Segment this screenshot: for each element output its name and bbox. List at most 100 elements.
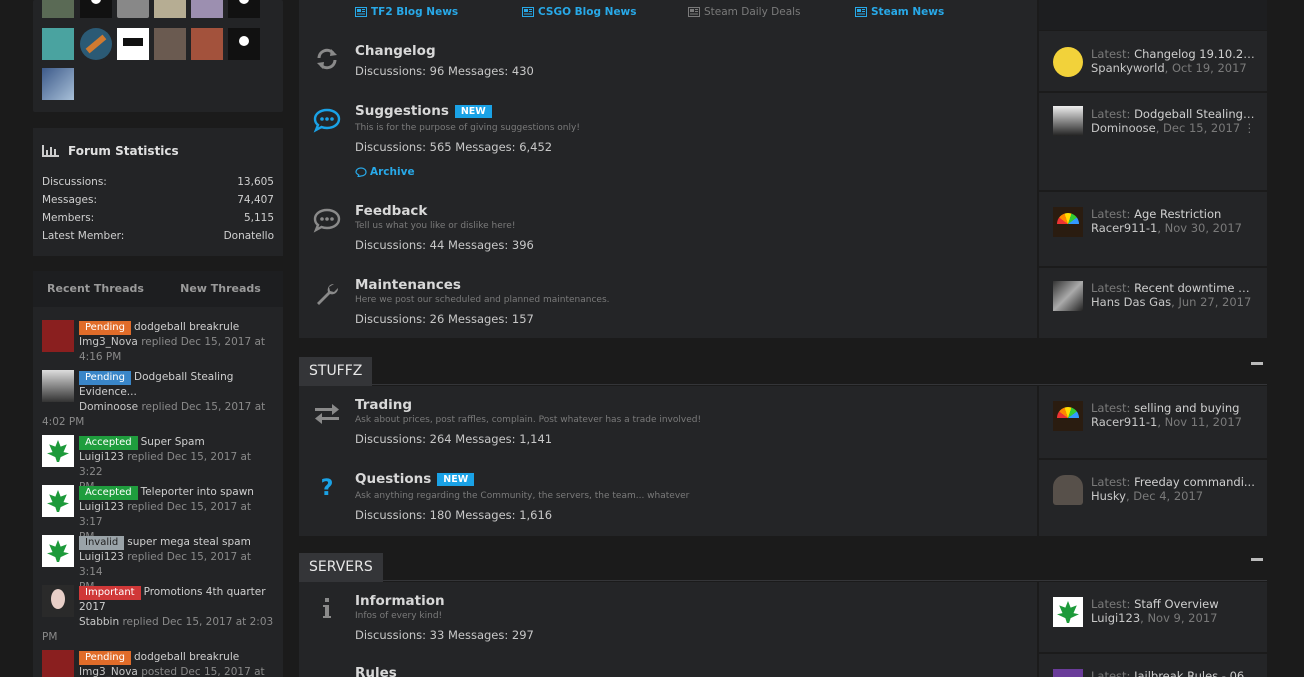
avatar[interactable] <box>1053 106 1083 136</box>
category-header-servers[interactable]: SERVERS <box>299 553 383 582</box>
thread-title[interactable]: dodgeball breakrule <box>134 651 239 663</box>
latest-thread-link[interactable]: Jailbreak Rules - 06... <box>1134 669 1255 677</box>
collapse-icon[interactable] <box>1251 558 1263 561</box>
avatar[interactable] <box>228 0 260 18</box>
thread-title[interactable]: Dodgeball Stealing <box>134 371 233 383</box>
avatar[interactable] <box>42 650 74 677</box>
last-post-title-line[interactable]: Latest: Age Restriction <box>1091 207 1256 221</box>
latest-thread-link[interactable]: Freeday commandi... <box>1134 475 1255 489</box>
thread-user[interactable]: Img3_Nova <box>79 666 138 677</box>
avatar[interactable] <box>42 535 74 567</box>
link-steam-news[interactable]: Steam News <box>855 6 944 18</box>
latest-thread-link[interactable]: selling and buying <box>1134 401 1239 415</box>
node-title-questions[interactable]: Questions NEW <box>355 471 475 487</box>
latest-user-link[interactable]: Racer911-1 <box>1091 415 1157 429</box>
link-steam-daily-deals[interactable]: Steam Daily Deals <box>688 6 801 18</box>
collapse-icon[interactable] <box>1251 362 1263 365</box>
last-post-title-line[interactable]: Latest: Freeday commandi... <box>1091 475 1256 489</box>
node-title-trading[interactable]: Trading <box>355 397 412 413</box>
avatar[interactable] <box>42 370 74 402</box>
last-post-title-line[interactable]: Latest: Staff Overview <box>1091 597 1256 611</box>
latest-thread-link[interactable]: Recent downtime of... <box>1134 281 1256 295</box>
thread-meta-time: PM <box>42 631 58 643</box>
avatar[interactable] <box>191 0 223 18</box>
avatar[interactable] <box>1053 47 1083 77</box>
latest-user-link[interactable]: Luigi123 <box>1091 611 1140 625</box>
avatar[interactable] <box>42 320 74 352</box>
sublink-label[interactable]: Archive <box>370 166 415 178</box>
thread-title[interactable]: super mega steal spam <box>127 536 251 548</box>
latest-member-link[interactable]: Donatello <box>224 230 274 242</box>
latest-thread-link[interactable]: Staff Overview <box>1134 597 1219 611</box>
thread-user[interactable]: Dominoose <box>79 401 138 413</box>
link-label[interactable]: CSGO Blog News <box>538 6 637 18</box>
avatar[interactable] <box>1053 597 1083 627</box>
avatar[interactable] <box>154 28 186 60</box>
avatar[interactable] <box>42 68 74 100</box>
avatar[interactable] <box>154 0 186 18</box>
last-post-title-line[interactable]: Latest: Recent downtime of... <box>1091 281 1256 295</box>
latest-thread-link[interactable]: Dodgeball Stealing ... <box>1134 107 1256 121</box>
tab-recent-threads[interactable]: Recent Threads <box>33 271 158 307</box>
last-post-title-line[interactable]: Latest: selling and buying <box>1091 401 1256 415</box>
thread-title[interactable]: Promotions 4th quarter <box>144 586 266 598</box>
node-title-text[interactable]: Suggestions <box>355 103 449 119</box>
thread-title[interactable]: dodgeball breakrule <box>134 321 239 333</box>
tab-new-threads[interactable]: New Threads <box>158 271 283 307</box>
avatar[interactable] <box>228 28 260 60</box>
latest-thread-link[interactable]: Changelog 19.10.20... <box>1134 47 1256 61</box>
avatar[interactable] <box>42 0 74 18</box>
avatar[interactable] <box>42 585 74 617</box>
thread-item[interactable]: Important Promotions 4th quarter 2017 Sta… <box>42 585 274 645</box>
node-title-maintenances[interactable]: Maintenances <box>355 277 461 293</box>
node-title-feedback[interactable]: Feedback <box>355 203 427 219</box>
avatar[interactable] <box>42 485 74 517</box>
avatar[interactable] <box>42 28 74 60</box>
link-label[interactable]: TF2 Blog News <box>371 6 458 18</box>
latest-user-link[interactable]: Dominoose <box>1091 121 1156 135</box>
last-post-title-line[interactable]: Latest: Jailbreak Rules - 06... <box>1091 669 1256 677</box>
latest-user-link[interactable]: Racer911-1 <box>1091 221 1157 235</box>
node-title-information[interactable]: Information <box>355 593 445 609</box>
avatar[interactable] <box>117 28 149 60</box>
avatar[interactable] <box>1053 401 1083 431</box>
last-post-title-line[interactable]: Latest: Dodgeball Stealing ... <box>1091 107 1256 121</box>
node-title-rules[interactable]: Rules <box>355 665 397 677</box>
thread-title[interactable]: Super Spam <box>141 436 205 448</box>
avatar[interactable] <box>80 28 112 60</box>
avatar[interactable] <box>1053 475 1083 505</box>
link-csgo-blog-news[interactable]: CSGO Blog News <box>522 6 637 18</box>
thread-item[interactable]: Pending Dodgeball Stealing Evidence... Do… <box>42 370 274 430</box>
thread-user[interactable]: Luigi123 <box>79 501 124 513</box>
avatar[interactable] <box>191 28 223 60</box>
link-tf2-blog-news[interactable]: TF2 Blog News <box>355 6 458 18</box>
latest-thread-link[interactable]: Age Restriction <box>1134 207 1221 221</box>
avatar[interactable] <box>117 0 149 18</box>
avatar[interactable] <box>1053 669 1083 677</box>
category-header-stuffz[interactable]: STUFFZ <box>299 357 373 386</box>
thread-title-cont[interactable]: 2017 <box>79 601 106 613</box>
latest-user-link[interactable]: Husky <box>1091 489 1126 503</box>
latest-user-link[interactable]: Hans Das Gas <box>1091 295 1171 309</box>
thread-title-cont[interactable]: Evidence... <box>79 386 137 398</box>
thread-user[interactable]: Luigi123 <box>79 551 124 563</box>
node-title-changelog[interactable]: Changelog <box>355 43 436 59</box>
thread-title[interactable]: Teleporter into spawn <box>141 486 254 498</box>
thread-user[interactable]: Stabbin <box>79 616 119 628</box>
link-label[interactable]: Steam News <box>871 6 944 18</box>
avatar[interactable] <box>80 0 112 18</box>
link-label[interactable]: Steam Daily Deals <box>704 6 801 18</box>
thread-item[interactable]: Pending dodgeball breakrule Img3_Nova rep… <box>42 320 274 365</box>
avatar[interactable] <box>42 435 74 467</box>
last-post-title-line[interactable]: Latest: Changelog 19.10.20... <box>1091 47 1256 61</box>
node-title-suggestions[interactable]: Suggestions NEW <box>355 103 492 119</box>
latest-user-link[interactable]: Spankyworld <box>1091 61 1165 75</box>
stat-row-discussions: Discussions: 13,605 <box>42 176 274 188</box>
avatar[interactable] <box>1053 207 1083 237</box>
thread-item[interactable]: Pending dodgeball breakrule Img3_Nova pos… <box>42 650 274 677</box>
node-title-text[interactable]: Questions <box>355 471 431 487</box>
avatar[interactable] <box>1053 281 1083 311</box>
sublink-archive[interactable]: Archive <box>355 166 415 178</box>
thread-user[interactable]: Img3_Nova <box>79 336 138 348</box>
thread-user[interactable]: Luigi123 <box>79 451 124 463</box>
